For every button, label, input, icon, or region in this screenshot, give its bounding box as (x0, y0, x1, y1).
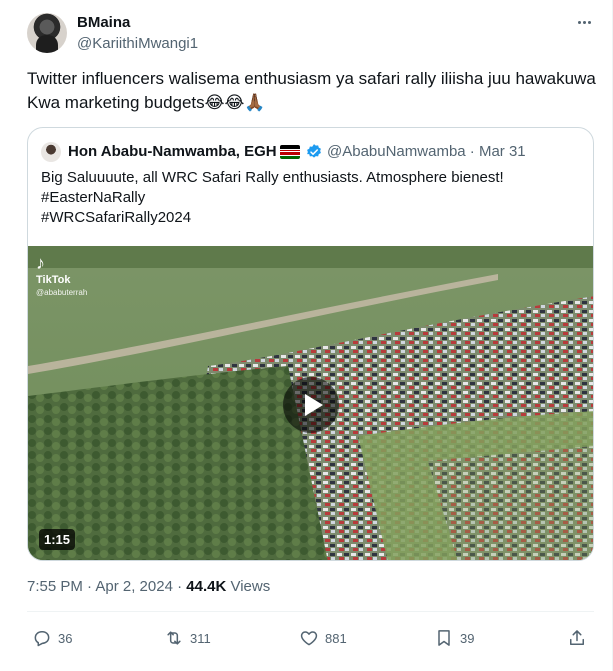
share-icon (570, 630, 584, 645)
tiktok-watermark-label: TikTok (36, 274, 71, 286)
author-avatar[interactable] (27, 13, 67, 53)
quote-author-name[interactable]: Hon Ababu-Namwamba, EGH (68, 143, 277, 160)
like-button[interactable]: 881 (299, 624, 347, 652)
reply-count: 36 (58, 630, 73, 646)
tweet-timestamp[interactable]: 7:55 PM · Apr 2, 2024 · (27, 578, 186, 595)
views-label: Views (226, 578, 271, 595)
action-bar: 36 311 881 39 (27, 624, 594, 652)
reply-button[interactable]: 36 (32, 624, 72, 652)
video-duration: 1:15 (39, 529, 76, 550)
hashtag-link[interactable]: #EasterNaRally (41, 188, 581, 208)
kenya-flag-icon (280, 145, 300, 159)
verified-badge-icon (307, 144, 321, 158)
tweet-text: Twitter influencers walisema enthusiasm … (27, 69, 596, 112)
reply-icon (34, 631, 50, 647)
tweet-timestamp-views: 7:55 PM · Apr 2, 2024 · 44.4K Views (27, 578, 270, 595)
hashtag-link[interactable]: #WRCSafariRally2024 (41, 208, 581, 228)
play-icon (304, 394, 323, 416)
quote-author-handle-date[interactable]: @AbabuNamwamba · Mar 31 (327, 143, 526, 160)
divider (27, 611, 594, 612)
quote-text: Big Saluuuute, all WRC Safari Rally enth… (41, 168, 581, 228)
tiktok-watermark-user: @ababuterrah (36, 288, 88, 297)
quote-author-avatar[interactable] (41, 142, 61, 162)
author-handle[interactable]: @KariithiMwangi1 (77, 35, 198, 52)
tweet-card[interactable]: BMaina @KariithiMwangi1 Twitter influenc… (0, 0, 613, 671)
more-icon[interactable] (574, 12, 594, 32)
like-icon (300, 631, 318, 646)
views-count: 44.4K (186, 578, 227, 595)
quoted-tweet[interactable]: Hon Ababu-Namwamba, EGH @AbabuNamwamba ·… (27, 127, 594, 561)
play-button[interactable] (283, 377, 339, 433)
repost-button[interactable]: 311 (164, 624, 211, 652)
repost-count: 311 (190, 630, 211, 646)
like-count: 881 (325, 630, 347, 646)
repost-icon (167, 631, 181, 645)
share-button[interactable] (567, 624, 587, 652)
bookmark-count: 39 (460, 630, 475, 646)
quote-text-line: Big Saluuuute, all WRC Safari Rally enth… (41, 169, 504, 186)
tiktok-logo-icon: ♪ (36, 253, 45, 273)
tiktok-watermark: ♪ TikTok @ababuterrah (36, 254, 87, 297)
bookmark-button[interactable]: 39 (434, 624, 474, 652)
bookmark-icon (438, 630, 450, 646)
author-name[interactable]: BMaina (77, 14, 130, 31)
video-player[interactable]: ♪ TikTok @ababuterrah 1:15 (28, 246, 593, 560)
